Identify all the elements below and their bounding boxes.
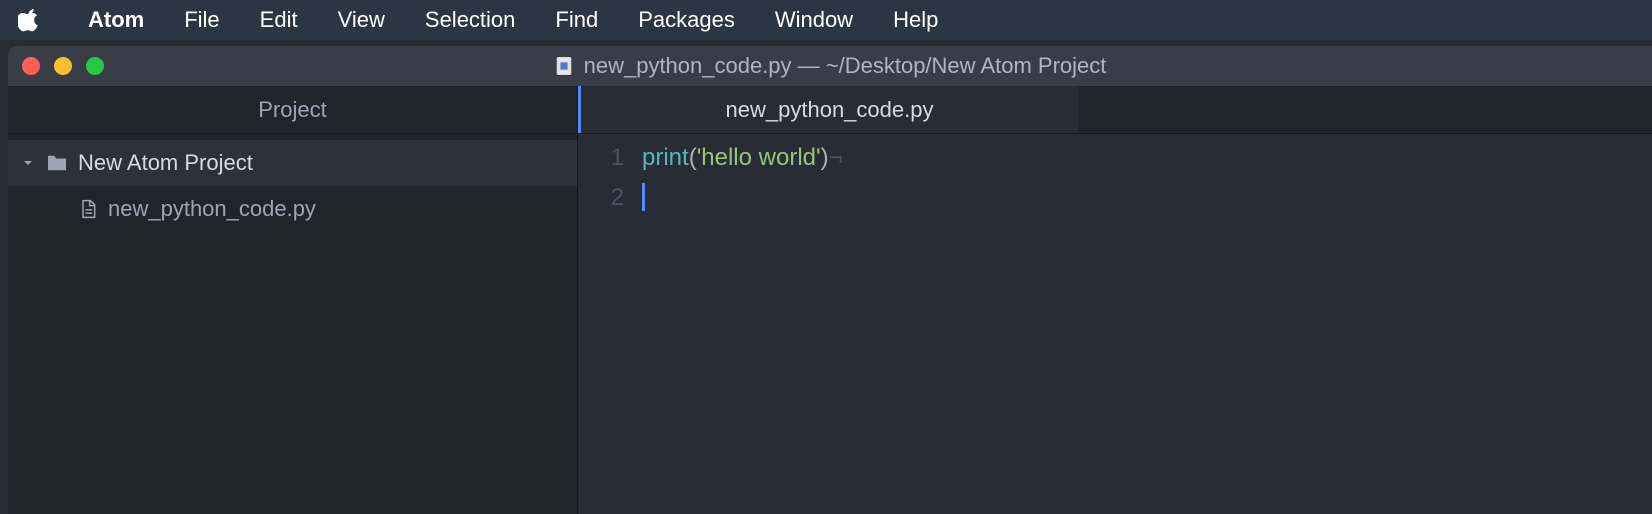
- window-titlebar: new_python_code.py — ~/Desktop/New Atom …: [8, 46, 1652, 86]
- menu-packages[interactable]: Packages: [618, 0, 755, 40]
- line-number: 1: [578, 138, 624, 178]
- file-tree: New Atom Project new_python_code.py: [8, 134, 577, 232]
- traffic-lights: [8, 57, 104, 75]
- apple-logo-icon[interactable]: [18, 7, 68, 33]
- eol-marker-icon: ¬: [829, 144, 843, 171]
- chevron-down-icon: [22, 157, 36, 169]
- token-punct: ): [821, 144, 829, 171]
- editor-tab[interactable]: new_python_code.py: [578, 86, 1078, 133]
- project-sidebar: Project New Atom Project new_python_code…: [8, 86, 578, 514]
- macos-menubar: Atom File Edit View Selection Find Packa…: [0, 0, 1652, 40]
- tree-file-label: new_python_code.py: [108, 196, 316, 222]
- tree-root-folder[interactable]: New Atom Project: [8, 140, 577, 186]
- window-minimize-button[interactable]: [54, 57, 72, 75]
- line-number: 2: [578, 178, 624, 218]
- file-icon: [554, 54, 574, 78]
- code-line: print('hello world')¬: [642, 138, 1652, 178]
- token-punct: (: [689, 144, 697, 171]
- sidebar-header: Project: [8, 86, 577, 134]
- menu-file[interactable]: File: [164, 0, 239, 40]
- file-icon: [78, 198, 98, 220]
- tree-file-item[interactable]: new_python_code.py: [8, 186, 577, 232]
- folder-icon: [46, 154, 68, 172]
- window-title: new_python_code.py — ~/Desktop/New Atom …: [584, 53, 1107, 79]
- text-cursor: [642, 183, 645, 211]
- line-number-gutter: 1 2: [578, 138, 642, 514]
- menu-selection[interactable]: Selection: [405, 0, 536, 40]
- menu-view[interactable]: View: [318, 0, 405, 40]
- window-maximize-button[interactable]: [86, 57, 104, 75]
- token-builtin: print: [642, 144, 689, 171]
- menu-app-name[interactable]: Atom: [68, 0, 164, 40]
- menu-window[interactable]: Window: [755, 0, 873, 40]
- editor-area: new_python_code.py 1 2 print('hello worl…: [578, 86, 1652, 514]
- token-string: 'hello world': [697, 144, 821, 171]
- code-line: [642, 178, 1652, 218]
- tree-root-label: New Atom Project: [78, 150, 253, 176]
- menu-edit[interactable]: Edit: [240, 0, 318, 40]
- tab-bar: new_python_code.py: [578, 86, 1652, 134]
- menu-help[interactable]: Help: [873, 0, 958, 40]
- editor-body[interactable]: 1 2 print('hello world')¬: [578, 134, 1652, 514]
- code-content[interactable]: print('hello world')¬: [642, 138, 1652, 514]
- window-close-button[interactable]: [22, 57, 40, 75]
- menu-find[interactable]: Find: [535, 0, 618, 40]
- tab-label: new_python_code.py: [726, 97, 934, 123]
